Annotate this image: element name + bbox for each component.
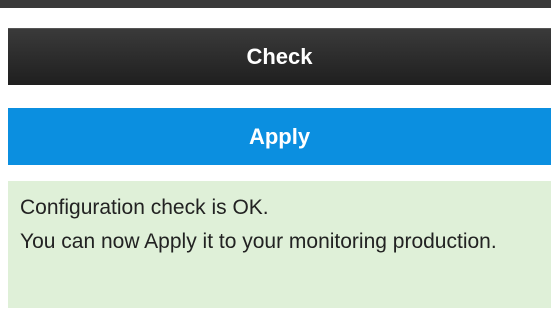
top-divider xyxy=(0,0,551,8)
check-button-label: Check xyxy=(246,44,313,69)
apply-button-label: Apply xyxy=(248,123,311,149)
message-line-2: You can now Apply it to your monitoring … xyxy=(20,230,497,253)
success-message: Configuration check is OK. You can now A… xyxy=(8,181,551,308)
apply-button[interactable]: Apply xyxy=(8,108,551,165)
message-line-1: Configuration check is OK. xyxy=(20,196,269,219)
check-button[interactable]: Check xyxy=(8,28,551,85)
